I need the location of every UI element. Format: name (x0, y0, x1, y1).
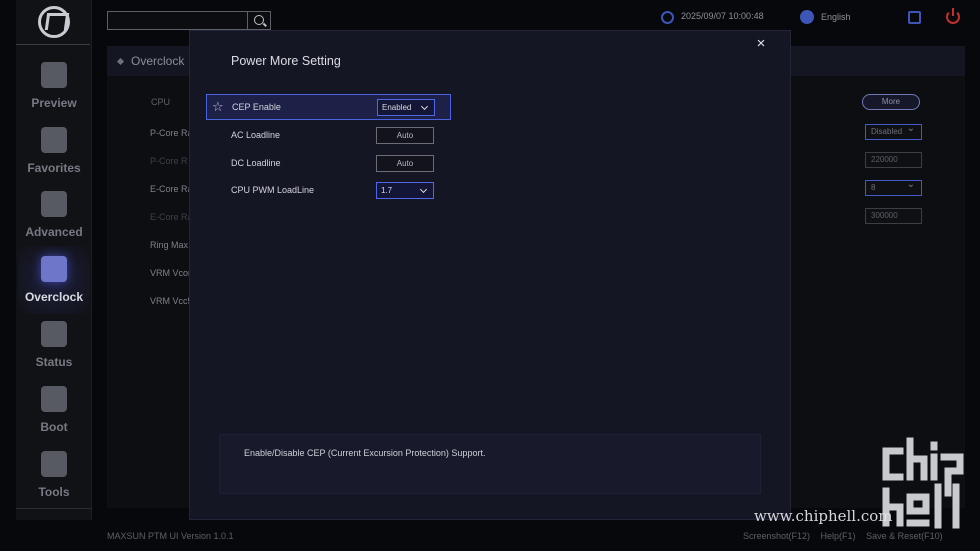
sidebar-item-label: Favorites (27, 161, 81, 175)
cep-enable-select[interactable]: Enabled (377, 99, 435, 116)
favorite-star-icon[interactable]: ☆ (212, 99, 224, 115)
search-input[interactable] (107, 11, 248, 30)
power-icon[interactable] (946, 8, 960, 24)
sidebar-divider (16, 508, 92, 509)
power-more-setting-dialog: Power More Setting × ☆ CEP Enable Enable… (189, 30, 791, 520)
help-panel: Enable/Disable CEP (Current Excursion Pr… (219, 434, 761, 494)
globe-icon[interactable] (800, 10, 814, 24)
screenshot-link[interactable]: Screenshot(F12) (743, 531, 810, 541)
bg-input-field[interactable]: 300000 (865, 208, 922, 224)
language-selector[interactable]: English (821, 12, 851, 22)
chiphell-watermark-logo (882, 437, 964, 529)
dc-loadline-button[interactable]: Auto (376, 155, 434, 172)
bg-select-field[interactable]: 8 (865, 178, 922, 196)
bg-setting-label: Ring Max (150, 240, 189, 250)
footer-links: Screenshot(F12) Help(F1) Save & Reset(F1… (743, 531, 951, 541)
bg-select-field[interactable]: Disabled (865, 122, 922, 140)
bg-setting-label: VRM Vcc5 (150, 296, 193, 306)
setting-label: CPU PWM LoadLine (231, 185, 315, 195)
sidebar: Preview Favorites Advanced Overclock Sta… (16, 0, 92, 520)
breadcrumb: Overclock (131, 54, 185, 68)
datetime-display: 2025/09/07 10:00:48 (681, 11, 764, 21)
preview-icon (41, 62, 67, 88)
sidebar-item-advanced[interactable]: Advanced (16, 191, 92, 251)
more-button[interactable]: More (862, 94, 920, 110)
sidebar-item-boot[interactable]: Boot (16, 386, 92, 446)
wrench-icon (41, 191, 67, 217)
help-text: Enable/Disable CEP (Current Excursion Pr… (244, 448, 486, 458)
sidebar-item-label: Overclock (24, 290, 84, 304)
setting-row-cep-enable[interactable]: ☆ CEP Enable Enabled (206, 94, 451, 120)
sidebar-item-label: Advanced (25, 225, 83, 239)
bios-screen: Preview Favorites Advanced Overclock Sta… (0, 0, 980, 551)
save-icon[interactable] (908, 11, 921, 24)
search-button[interactable] (247, 11, 271, 30)
sidebar-item-label: Preview (31, 96, 77, 110)
cpu-pwm-loadline-select[interactable]: 1.7 (376, 182, 434, 199)
sidebar-item-label: Status (35, 355, 73, 369)
gear-icon[interactable] (661, 11, 674, 24)
bg-setting-label: VRM Vcor (150, 268, 192, 278)
ac-loadline-button[interactable]: Auto (376, 127, 434, 144)
bg-input-field[interactable]: 220000 (865, 152, 922, 168)
version-text: MAXSUN PTM UI Version 1.0.1 (107, 531, 234, 541)
dialog-title: Power More Setting (231, 54, 341, 68)
gauge-icon (41, 321, 67, 347)
maxsun-logo (38, 6, 70, 38)
sidebar-item-preview[interactable]: Preview (16, 62, 92, 122)
sidebar-item-favorites[interactable]: Favorites (16, 127, 92, 187)
setting-row-dc-loadline[interactable]: DC Loadline Auto (206, 151, 451, 177)
help-link[interactable]: Help(F1) (821, 531, 856, 541)
cpu-section-label: CPU (151, 97, 171, 107)
bg-setting-label: P-Core R (150, 156, 188, 166)
sidebar-item-status[interactable]: Status (16, 321, 92, 381)
search-icon (254, 15, 264, 25)
setting-row-ac-loadline[interactable]: AC Loadline Auto (206, 123, 451, 149)
sidebar-item-label: Boot (40, 420, 68, 434)
setting-row-cpu-pwm-loadline[interactable]: CPU PWM LoadLine 1.7 (206, 178, 451, 204)
save-reset-link[interactable]: Save & Reset(F10) (866, 531, 943, 541)
setting-label: CEP Enable (232, 102, 281, 112)
bg-setting-label: E-Core Ra (150, 212, 193, 222)
tools-icon (41, 451, 67, 477)
close-button[interactable]: × (753, 36, 769, 52)
watermark-text: www.chiphell.com (754, 507, 893, 525)
star-icon (41, 127, 67, 153)
setting-label: AC Loadline (231, 130, 281, 140)
sidebar-item-tools[interactable]: Tools (16, 451, 92, 511)
boot-icon (41, 386, 67, 412)
sidebar-item-overclock[interactable]: Overclock (16, 246, 92, 316)
logo-divider (16, 44, 90, 45)
bg-setting-label: P-Core Ra (150, 128, 193, 138)
sidebar-item-label: Tools (38, 485, 70, 499)
rocket-icon (41, 256, 67, 282)
setting-label: DC Loadline (231, 158, 281, 168)
bg-setting-label: E-Core Ra (150, 184, 193, 194)
